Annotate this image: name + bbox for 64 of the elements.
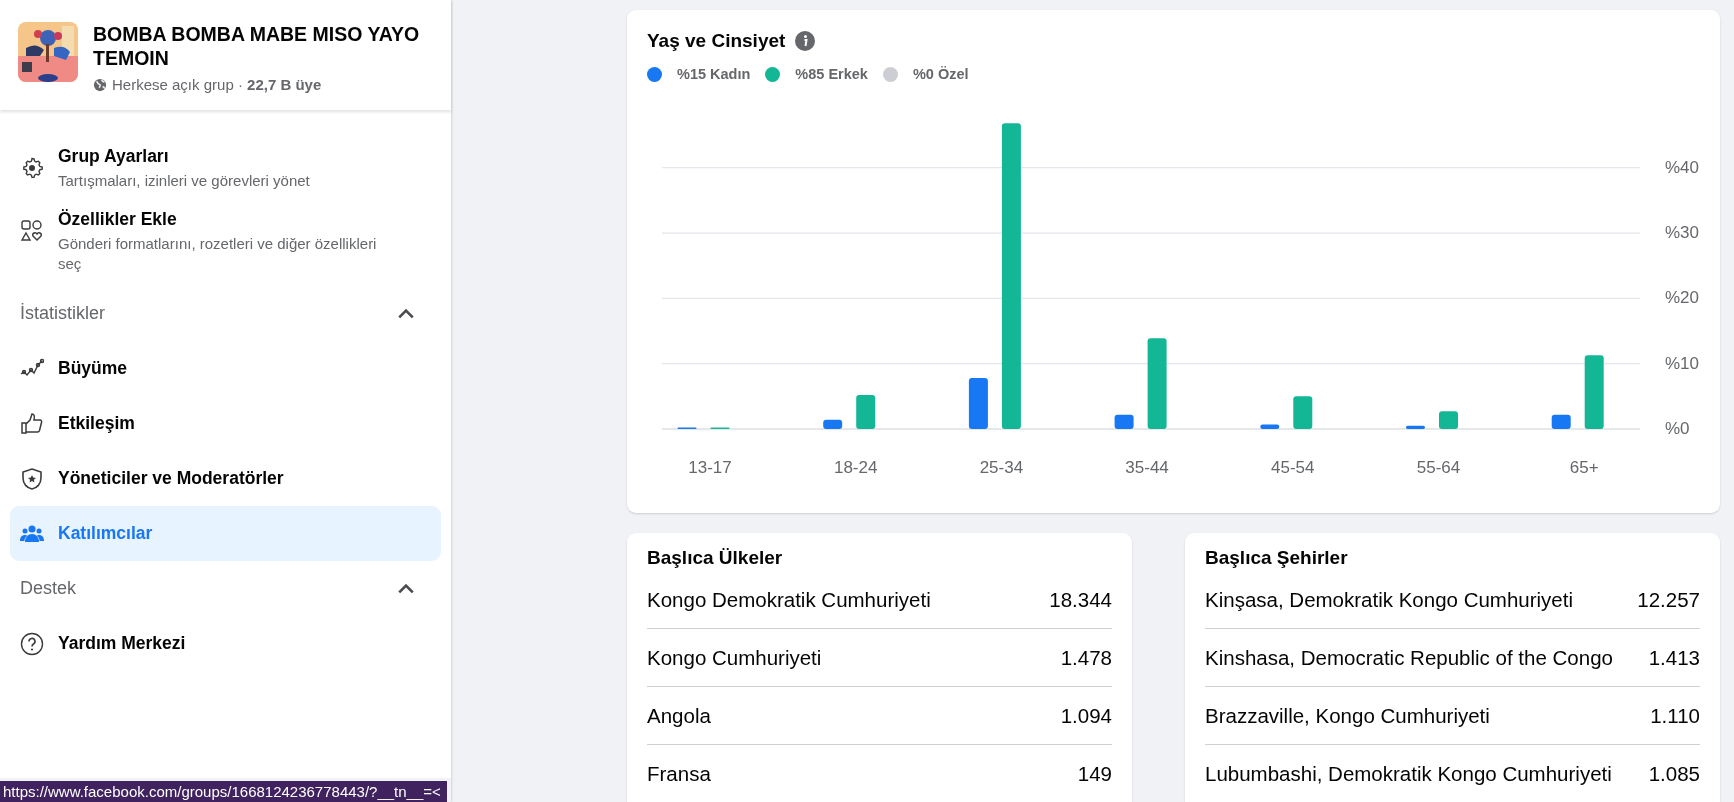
table-title: Başlıca Şehirler xyxy=(1205,547,1349,569)
chevron-up-icon[interactable] xyxy=(397,307,415,320)
legend-label: %0 Özel xyxy=(912,66,969,82)
table-cell: Kongo Cumhuriyeti xyxy=(647,645,822,670)
nav-item[interactable]: Özellikler Ekle Gönderi formatlarını, rozetleri ve diğer özellikleri seç xyxy=(10,203,441,286)
table-cell: Lubumbashi, Demokratik Kongo Cumhuriyeti xyxy=(1205,761,1612,786)
chart-title: Yaş ve Cinsiyet xyxy=(647,30,786,52)
group-meta-text: Herkese açık grup · 22,7 B üye xyxy=(112,76,322,93)
table-cell: Kongo Demokratik Cumhuriyeti xyxy=(647,587,931,612)
bar xyxy=(1293,396,1313,429)
shapes-icon xyxy=(20,219,44,243)
table-cell: 149 xyxy=(1077,761,1112,786)
axis-label: %30 xyxy=(1665,223,1700,243)
table-cell: 1.110 xyxy=(1650,703,1700,728)
status-url: https://www.facebook.com/groups/1668124236778443/?__tn__=< xyxy=(0,781,447,802)
nav-item[interactable]: Yardım Merkezi xyxy=(10,616,441,671)
axis-label: 13-17 xyxy=(688,458,732,477)
table-cell: Angola xyxy=(647,703,711,728)
legend-label: %85 Erkek xyxy=(795,66,868,82)
thumbs-up-icon xyxy=(20,411,44,436)
bar xyxy=(823,419,843,429)
table-cell: 12.257 xyxy=(1637,587,1700,612)
section-title: Destek xyxy=(20,578,77,599)
globe-icon xyxy=(93,77,107,92)
gear-icon xyxy=(20,156,44,180)
info-icon[interactable] xyxy=(795,31,816,51)
bar xyxy=(1406,425,1425,429)
chevron-up-icon[interactable] xyxy=(397,582,415,595)
bar xyxy=(1439,411,1458,429)
bar xyxy=(1114,414,1134,429)
bar xyxy=(968,378,988,429)
table-cell: Kinshasa, Democratic Republic of the Congo xyxy=(1205,645,1613,670)
axis-label: %10 xyxy=(1665,353,1700,373)
table-cell: Kinşasa, Demokratik Kongo Cumhuriyeti xyxy=(1205,587,1574,612)
table-cell: Brazzaville, Kongo Cumhuriyeti xyxy=(1205,703,1490,728)
axis-label: %0 xyxy=(1665,419,1690,438)
table-cell: 1.094 xyxy=(1060,703,1112,728)
table-cell: 1.413 xyxy=(1648,645,1700,670)
table-cell: 1.085 xyxy=(1648,761,1700,786)
table-title: Başlıca Ülkeler xyxy=(647,547,784,569)
group-name[interactable]: BOMBA BOMBA MABE MISO YAYO TEMOIN xyxy=(93,22,433,70)
table-cell: 1.478 xyxy=(1060,645,1112,670)
bar xyxy=(1260,424,1280,429)
axis-label: 65+ xyxy=(1569,458,1599,477)
axis-label: %20 xyxy=(1665,288,1700,308)
legend-label: %15 Kadın xyxy=(677,66,751,82)
question-mark-icon xyxy=(20,631,44,656)
bar xyxy=(856,395,876,429)
axis-label: 55-64 xyxy=(1416,458,1461,477)
nav-item[interactable]: Yöneticiler ve Moderatörler xyxy=(10,451,441,506)
nav-item[interactable]: Grup Ayarları Tartışmaları, izinleri ve görevleri yönet xyxy=(10,140,441,203)
table-cell: 18.344 xyxy=(1049,587,1112,612)
bar xyxy=(1551,414,1571,429)
nav-item[interactable]: Etkileşim xyxy=(10,396,441,451)
axis-label: %40 xyxy=(1665,157,1700,177)
section-title: İstatistikler xyxy=(20,303,106,324)
nav-item[interactable]: Büyüme xyxy=(10,341,441,396)
shield-star-icon xyxy=(20,466,44,491)
nav-item[interactable]: Katılımcılar xyxy=(10,506,441,561)
axis-label: 18-24 xyxy=(833,458,878,477)
axis-label: 45-54 xyxy=(1271,458,1315,477)
table-cell: Fransa xyxy=(647,761,711,786)
axis-label: 35-44 xyxy=(1125,458,1169,477)
axis-label: 25-34 xyxy=(979,458,1024,477)
